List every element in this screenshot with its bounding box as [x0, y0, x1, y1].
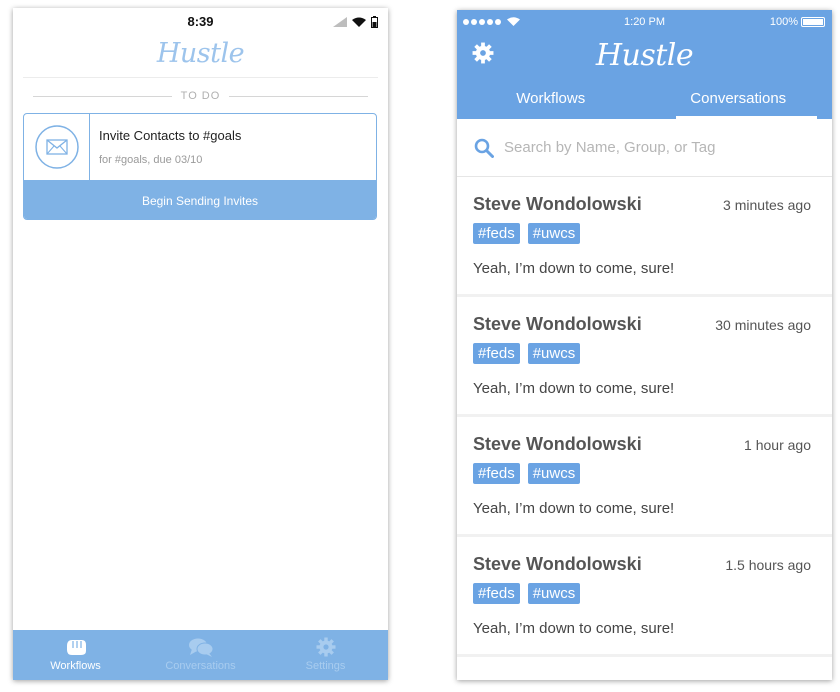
contact-name: Steve Wondolowski [473, 554, 642, 574]
app-logo: Hustle [595, 38, 694, 73]
tag-badge[interactable]: #feds [473, 223, 520, 244]
tag-badge[interactable]: #uwcs [527, 583, 581, 604]
tag-badge[interactable]: #feds [473, 463, 520, 484]
section-header: TO DO [33, 90, 368, 102]
conversation-item[interactable]: Steve Wondolowski 1.5 hours ago #feds #u… [457, 537, 832, 654]
tag-badge[interactable]: #uwcs [527, 223, 581, 244]
battery-icon [801, 17, 825, 27]
chat-bubbles-icon [188, 638, 213, 657]
gear-icon [316, 637, 335, 657]
message-preview: Yeah, I’m down to come, sure! [473, 620, 675, 637]
conversation-list: Steve Wondolowski 3 minutes ago #feds #u… [457, 177, 832, 657]
begin-sending-invites-button[interactable]: Begin Sending Invites [24, 180, 376, 219]
tag-list: #feds #uwcs [473, 343, 581, 364]
message-time: 1.5 hours ago [725, 557, 811, 573]
contact-name: Steve Wondolowski [473, 194, 642, 214]
tag-badge[interactable]: #feds [473, 343, 520, 364]
workflows-screen: 8:39 Hustle TO DO Invite Contacts to #go… [13, 8, 388, 680]
status-bar: 8:39 [13, 8, 388, 34]
tab-conversations[interactable]: Conversations [645, 87, 833, 119]
status-time: 8:39 [187, 14, 214, 29]
top-tabs: Workflows Conversations [457, 87, 832, 119]
battery-icon [371, 16, 378, 28]
task-subtitle: for #goals, due 03/10 [99, 154, 203, 166]
envelope-icon [34, 125, 79, 169]
message-preview: Yeah, I’m down to come, sure! [473, 380, 675, 397]
search-input[interactable] [504, 139, 804, 156]
message-time: 1 hour ago [744, 437, 811, 453]
tab-settings[interactable]: Settings [263, 630, 388, 680]
conversation-item[interactable]: Steve Wondolowski 3 minutes ago #feds #u… [457, 177, 832, 294]
app-header: 1:20 PM 100% Hustle Workflows Conversati… [457, 10, 832, 119]
section-rule-right [229, 96, 368, 97]
contact-name: Steve Wondolowski [473, 314, 642, 334]
status-bar: 1:20 PM 100% [457, 10, 832, 32]
task-icon-box [24, 114, 90, 180]
tab-label-settings: Settings [305, 660, 346, 672]
conversations-screen: 1:20 PM 100% Hustle Workflows Conversati… [457, 10, 832, 680]
tag-badge[interactable]: #feds [473, 583, 520, 604]
tag-list: #feds #uwcs [473, 463, 581, 484]
message-time: 30 minutes ago [715, 317, 811, 333]
tab-bar: Workflows Conversations Settings [13, 630, 388, 680]
search-bar [457, 119, 832, 177]
tab-workflows[interactable]: Workflows [457, 87, 645, 119]
tab-workflows[interactable]: Workflows [13, 630, 138, 680]
message-time: 3 minutes ago [723, 197, 811, 213]
battery-percent: 100% [769, 16, 798, 28]
message-preview: Yeah, I’m down to come, sure! [473, 500, 675, 517]
tag-list: #feds #uwcs [473, 223, 581, 244]
tag-badge[interactable]: #uwcs [527, 343, 581, 364]
search-icon [474, 138, 494, 158]
tab-label-workflows: Workflows [50, 660, 101, 672]
fist-icon [66, 640, 86, 655]
message-preview: Yeah, I’m down to come, sure! [473, 260, 675, 277]
contact-name: Steve Wondolowski [473, 434, 642, 454]
task-title: Invite Contacts to #goals [99, 128, 242, 143]
conversation-item[interactable]: Steve Wondolowski 30 minutes ago #feds #… [457, 297, 832, 414]
conversation-item[interactable]: Steve Wondolowski 1 hour ago #feds #uwcs… [457, 417, 832, 534]
app-logo: Hustle [156, 38, 245, 69]
tab-conversations[interactable]: Conversations [138, 630, 263, 680]
tag-list: #feds #uwcs [473, 583, 581, 604]
tag-badge[interactable]: #uwcs [527, 463, 581, 484]
tab-label-conversations: Conversations [165, 660, 236, 672]
status-icons [333, 16, 378, 28]
wifi-icon [352, 17, 366, 27]
task-card[interactable]: Invite Contacts to #goals for #goals, du… [23, 113, 377, 220]
header-divider [23, 77, 378, 78]
signal-icon [333, 17, 347, 27]
